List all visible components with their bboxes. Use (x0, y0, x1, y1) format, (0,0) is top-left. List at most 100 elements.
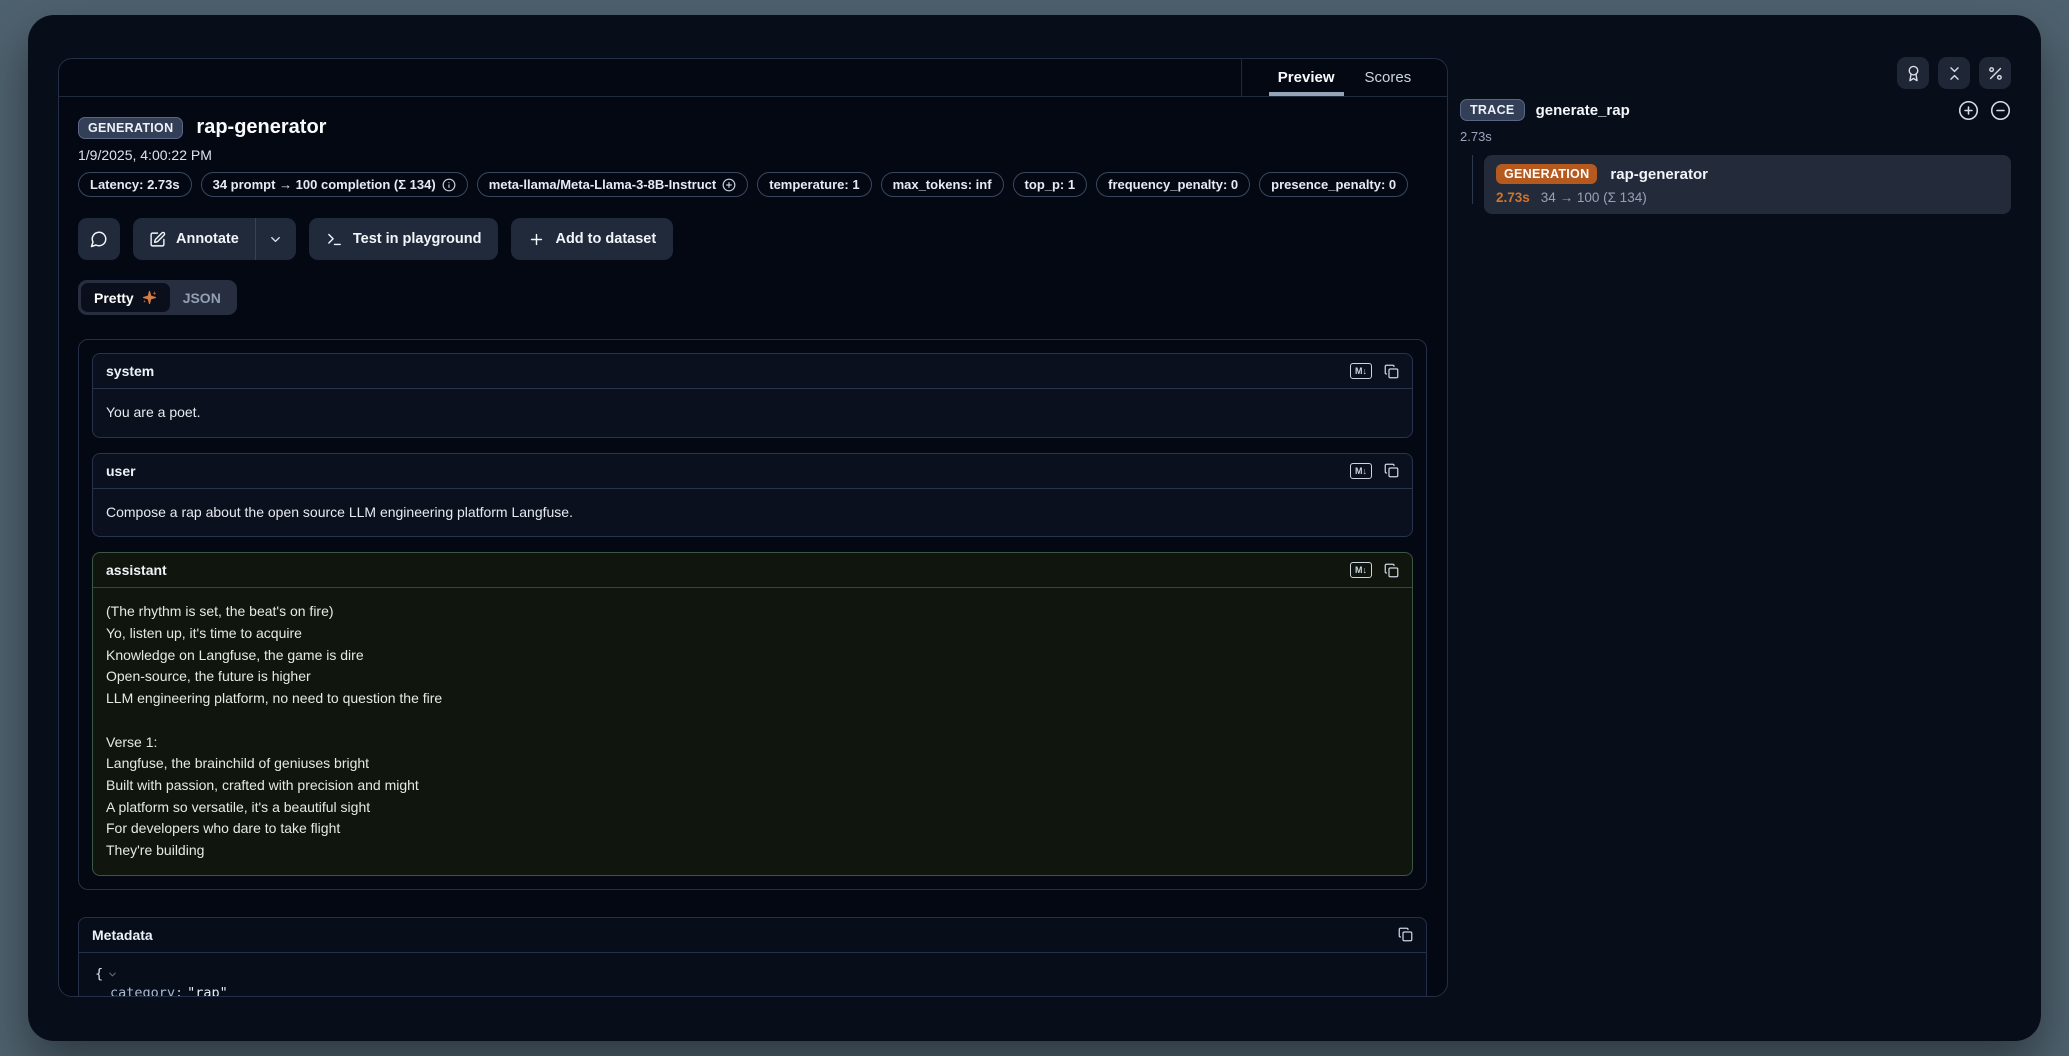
message-header-icons: M↓ (1350, 363, 1399, 379)
max-tokens-pill: max_tokens: inf (881, 172, 1004, 197)
pretty-label: Pretty (94, 290, 134, 306)
json-value: "rap" (187, 984, 228, 997)
card-body: GENERATION rap-generator 1/9/2025, 4:00:… (59, 97, 1447, 997)
markdown-toggle-icon[interactable]: M↓ (1350, 562, 1372, 578)
action-bar: Annotate Test in playground Add to datas… (78, 218, 1427, 260)
copy-icon[interactable] (1398, 927, 1413, 942)
percent-icon (1987, 65, 2004, 82)
frequency-penalty-pill: frequency_penalty: 0 (1096, 172, 1250, 197)
app-window: Preview Scores GENERATION rap-generator … (28, 15, 2041, 1041)
observation-detail-card: Preview Scores GENERATION rap-generator … (58, 58, 1448, 997)
annotate-button[interactable]: Annotate (133, 218, 255, 260)
observation-stats-row: 2.73s 34 → 100 (Σ 134) (1496, 190, 1999, 205)
message-assistant: assistant M↓ (The rhythm is set, the bea… (92, 552, 1413, 875)
pen-square-icon (149, 231, 166, 248)
message-header-icons: M↓ (1350, 562, 1399, 578)
toggle-pretty[interactable]: Pretty (81, 283, 170, 312)
terminal-icon (326, 231, 343, 248)
test-in-playground-button[interactable]: Test in playground (309, 218, 499, 260)
top-p-pill: top_p: 1 (1013, 172, 1088, 197)
panel-toolbar (1897, 57, 2011, 89)
tab-preview[interactable]: Preview (1278, 59, 1335, 96)
pill-label: 34 prompt → 100 completion (Σ 134) (213, 177, 436, 192)
trace-badge: TRACE (1460, 99, 1525, 121)
observation-name: rap-generator (1610, 166, 1708, 183)
observation-latency: 2.73s (1496, 190, 1530, 205)
pill-label: presence_penalty: 0 (1271, 177, 1396, 192)
trace-latency: 2.73s (1460, 129, 2011, 144)
observation-tree: GENERATION rap-generator 2.73s 34 → 100 … (1460, 155, 2011, 214)
messages-container: system M↓ You are a poet. user (78, 339, 1427, 890)
message-header: system M↓ (93, 354, 1412, 389)
message-header-icons: M↓ (1350, 463, 1399, 479)
copy-icon[interactable] (1384, 563, 1399, 578)
pill-label: Latency: 2.73s (90, 177, 180, 192)
message-user: user M↓ Compose a rap about the open sou… (92, 453, 1413, 538)
parameter-pills: Latency: 2.73s 34 prompt → 100 completio… (78, 172, 1427, 197)
role-label: user (106, 463, 136, 479)
chevron-down-icon (268, 232, 283, 247)
percent-view-button[interactable] (1979, 57, 2011, 89)
message-content: Compose a rap about the open source LLM … (93, 489, 1412, 537)
copy-icon[interactable] (1384, 364, 1399, 379)
format-toggle: Pretty JSON (78, 280, 237, 315)
message-circle-icon (90, 230, 108, 248)
expand-all-button[interactable] (1958, 100, 1979, 121)
pill-label: top_p: 1 (1025, 177, 1076, 192)
trace-row[interactable]: TRACE generate_rap (1460, 99, 2011, 121)
message-header: user M↓ (93, 454, 1412, 489)
timestamp: 1/9/2025, 4:00:22 PM (78, 147, 1427, 163)
observation-tokens: 34 → 100 (Σ 134) (1541, 190, 1647, 205)
observation-tree-item[interactable]: GENERATION rap-generator 2.73s 34 → 100 … (1484, 155, 2011, 214)
add-to-dataset-button[interactable]: Add to dataset (511, 218, 673, 260)
role-label: system (106, 363, 154, 379)
metadata-json: { category: "rap" } (79, 953, 1426, 997)
markdown-toggle-icon[interactable]: M↓ (1350, 463, 1372, 479)
latency-pill: Latency: 2.73s (78, 172, 192, 197)
toggle-json[interactable]: JSON (170, 283, 234, 312)
tab-scores[interactable]: Scores (1365, 59, 1412, 96)
temperature-pill: temperature: 1 (757, 172, 871, 197)
metadata-title: Metadata (92, 927, 153, 943)
json-label: JSON (183, 290, 221, 306)
observation-type-badge: GENERATION (78, 117, 183, 139)
observation-title-row: GENERATION rap-generator (1496, 164, 1999, 184)
annotate-split-button: Annotate (133, 218, 296, 260)
title-row: GENERATION rap-generator (78, 116, 1427, 139)
message-content: (The rhythm is set, the beat's on fire) … (93, 588, 1412, 874)
collapse-panel-button[interactable] (1938, 57, 1970, 89)
dataset-label: Add to dataset (555, 231, 656, 247)
pill-label: meta-llama/Meta-Llama-3-8B-Instruct (489, 177, 717, 192)
circle-minus-icon (1990, 100, 2011, 121)
pill-label: frequency_penalty: 0 (1108, 177, 1238, 192)
message-system: system M↓ You are a poet. (92, 353, 1413, 438)
comment-button[interactable] (78, 218, 120, 260)
circle-plus-icon[interactable] (722, 178, 736, 192)
message-header: assistant M↓ (93, 553, 1412, 588)
generation-badge: GENERATION (1496, 164, 1597, 184)
json-open-brace: { (95, 965, 103, 984)
role-label: assistant (106, 562, 167, 578)
annotate-label: Annotate (176, 231, 239, 247)
json-key: category: (110, 984, 183, 997)
tab-bar: Preview Scores (1241, 59, 1447, 96)
sparkles-icon (142, 290, 157, 305)
trace-tree-panel: TRACE generate_rap 2.73s GENERATION rap-… (1460, 99, 2011, 214)
model-pill[interactable]: meta-llama/Meta-Llama-3-8B-Instruct (477, 172, 749, 197)
token-usage-pill[interactable]: 34 prompt → 100 completion (Σ 134) (201, 172, 468, 197)
circle-plus-icon (1958, 100, 1979, 121)
trace-name: generate_rap (1536, 102, 1630, 119)
chevrons-down-up-icon (1946, 65, 1963, 82)
annotate-dropdown-button[interactable] (256, 218, 296, 260)
tree-guide-line (1472, 155, 1473, 204)
copy-icon[interactable] (1384, 463, 1399, 478)
info-icon (442, 178, 456, 192)
page-title: rap-generator (196, 116, 326, 139)
markdown-toggle-icon[interactable]: M↓ (1350, 363, 1372, 379)
metadata-header: Metadata (79, 918, 1426, 953)
metadata-section: Metadata { category: (78, 917, 1427, 997)
scores-award-button[interactable] (1897, 57, 1929, 89)
collapse-chevron-icon[interactable] (107, 969, 118, 980)
collapse-all-button[interactable] (1990, 100, 2011, 121)
message-content: You are a poet. (93, 389, 1412, 437)
